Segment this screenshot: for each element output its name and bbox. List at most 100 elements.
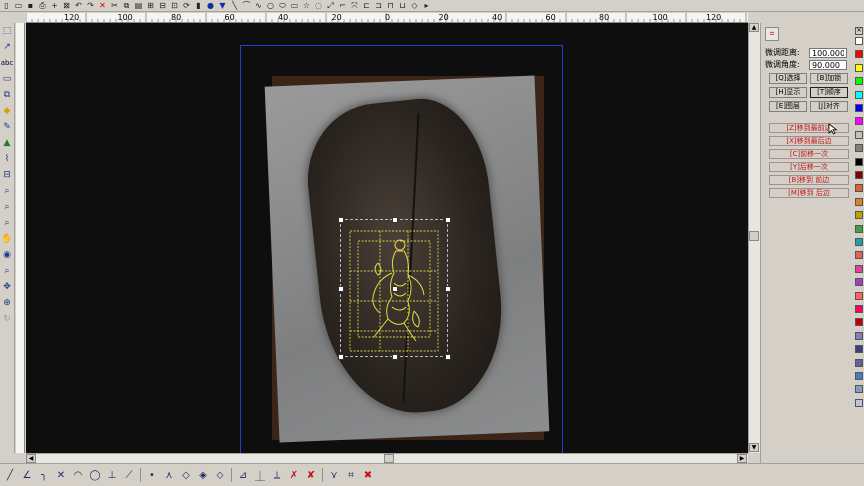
color-swatch[interactable] <box>855 238 863 246</box>
align-icon[interactable]: ⊏ <box>362 1 371 10</box>
nudge-angle-input[interactable] <box>809 60 847 70</box>
arc-icon[interactable]: ⌒ <box>242 1 251 10</box>
frame-icon[interactable]: ⊡ <box>170 1 179 10</box>
grid-icon[interactable]: ⊠ <box>62 1 71 10</box>
layer-button[interactable]: [E]图层 <box>769 101 807 112</box>
text-tool-icon[interactable]: abc <box>1 57 14 69</box>
trim-tool-icon[interactable]: ⏊ <box>254 469 266 483</box>
zoom-select-icon[interactable]: ⌕ <box>1 217 13 229</box>
fillet-icon[interactable]: ╮ <box>38 469 50 481</box>
new-file-icon[interactable]: ▯ <box>2 1 11 10</box>
color-swatch[interactable] <box>855 184 863 193</box>
color-swatch[interactable] <box>855 130 863 139</box>
zoom-tool-icon[interactable]: ⌕ <box>1 185 13 197</box>
color-swatch[interactable] <box>855 264 863 273</box>
color-swatch[interactable] <box>855 144 863 153</box>
extend-icon[interactable]: ⊿ <box>237 469 249 481</box>
color-swatch[interactable] <box>855 331 863 340</box>
copy-icon[interactable]: ⧉ <box>122 1 131 10</box>
color-swatch[interactable] <box>855 358 863 367</box>
color-swatch[interactable] <box>855 224 863 233</box>
perpendicular-icon[interactable]: ⊥ <box>106 469 118 481</box>
distribute-icon[interactable]: ⊐ <box>374 1 383 10</box>
zoom-page-icon[interactable]: ⊕ <box>1 297 13 309</box>
select-tool-icon[interactable]: ⬚ <box>1 25 13 37</box>
selection-handle[interactable] <box>445 286 451 292</box>
vector-figure-drawing[interactable] <box>344 227 444 355</box>
lock-icon[interactable]: ▮ <box>194 1 203 10</box>
back-one-button[interactable]: [Y]后移一次 <box>769 162 849 172</box>
select-button[interactable]: [Q]选择 <box>769 73 807 84</box>
circle-tool-icon[interactable]: ◯ <box>89 469 101 481</box>
delete-icon[interactable]: ✕ <box>98 1 107 10</box>
curve-icon[interactable]: ∿ <box>254 1 263 10</box>
horizontal-scrollbar[interactable]: ◀ ▶ <box>26 453 748 463</box>
vertical-scrollbar[interactable]: ▲ ▼ <box>748 23 760 453</box>
zoom-area-icon[interactable]: ⌕ <box>1 201 13 213</box>
line-tool-icon[interactable]: ╱ <box>4 469 16 481</box>
color-swatch[interactable] <box>855 77 863 86</box>
node-delete-icon[interactable]: ✘ <box>305 469 317 481</box>
color-swatch[interactable] <box>855 291 863 300</box>
color-swatch[interactable] <box>855 90 863 99</box>
color-swatch[interactable] <box>855 372 863 380</box>
rotate-tool-icon[interactable]: ↻ <box>1 313 13 325</box>
bezier-icon[interactable]: ⋏ <box>163 469 175 481</box>
pan-tool-icon[interactable]: ✋ <box>1 233 13 245</box>
color-swatch[interactable] <box>855 117 863 126</box>
color-swatch[interactable] <box>855 104 863 112</box>
scroll-left-button[interactable]: ◀ <box>26 454 36 463</box>
drawing-canvas[interactable] <box>26 23 748 453</box>
selection-handle[interactable] <box>445 354 451 360</box>
color-swatch[interactable] <box>855 63 863 72</box>
color-swatch[interactable] <box>855 305 863 313</box>
selection-handle[interactable] <box>338 217 344 223</box>
selection-handle[interactable] <box>392 217 398 223</box>
diamond-dual-icon[interactable]: ◈ <box>197 469 209 481</box>
split-icon[interactable]: ⤧ <box>350 1 359 10</box>
node-edit-icon[interactable]: ✗ <box>288 469 300 481</box>
star-icon[interactable]: ☆ <box>302 1 311 10</box>
move-in-front-of-button[interactable]: [B]移到 前边 <box>769 175 849 185</box>
group-icon[interactable]: ⊓ <box>386 1 395 10</box>
color-swatch[interactable] <box>855 345 863 354</box>
close-red-icon[interactable]: ✖ <box>362 469 374 481</box>
scroll-down-button[interactable]: ▼ <box>749 443 759 452</box>
move-behind-button[interactable]: [M]移到 后边 <box>769 188 849 198</box>
color-swatch[interactable] <box>855 37 863 45</box>
open-folder-icon[interactable]: ▭ <box>14 1 23 10</box>
color-swatch[interactable] <box>855 318 863 327</box>
badge-icon[interactable]: ● <box>206 1 215 10</box>
print-icon[interactable]: ⎙ <box>38 1 47 10</box>
cross-icon[interactable]: ✕ <box>55 469 67 481</box>
circle-icon[interactable]: ○ <box>266 1 275 10</box>
path-icon[interactable]: ⌐ <box>338 1 347 10</box>
measure-tool-icon[interactable]: ⊟ <box>1 169 13 181</box>
angle-tool-icon[interactable]: ∠ <box>21 469 33 481</box>
color-swatch[interactable] <box>855 211 863 220</box>
rect-icon[interactable]: ▭ <box>290 1 299 10</box>
scroll-up-button[interactable]: ▲ <box>749 23 759 32</box>
color-swatch[interactable] <box>855 385 863 394</box>
crosshair-icon[interactable]: + <box>50 1 59 10</box>
selection-handle[interactable] <box>445 217 451 223</box>
order-button[interactable]: [T]顺序 <box>810 87 848 98</box>
diamond-icon[interactable]: ◇ <box>180 469 192 481</box>
shield-icon[interactable]: ▼ <box>218 1 227 10</box>
eyedropper-tool-icon[interactable]: ⌇ <box>1 153 13 165</box>
mirror-icon[interactable]: ⤢ <box>326 1 335 10</box>
node-icon[interactable]: ◌ <box>314 1 323 10</box>
rectangle-tool-icon[interactable]: ▭ <box>1 73 13 85</box>
move-to-back-button[interactable]: [X]移到最后边 <box>769 136 849 146</box>
panel-tab-icon[interactable]: ⌗ <box>765 27 779 41</box>
break-icon[interactable]: ⟂ <box>271 469 283 481</box>
color-swatch[interactable] <box>855 251 863 260</box>
scroll-right-button[interactable]: ▶ <box>737 454 747 463</box>
color-swatch[interactable] <box>855 157 863 166</box>
ellipse-icon[interactable]: ⬭ <box>278 1 287 10</box>
show-button[interactable]: [H]显示 <box>769 87 807 98</box>
corner-icon[interactable]: ⌗ <box>345 469 357 481</box>
globe-tool-icon[interactable]: ◉ <box>1 249 13 261</box>
color-swatch[interactable] <box>855 197 863 206</box>
color-swatch[interactable] <box>855 398 863 407</box>
